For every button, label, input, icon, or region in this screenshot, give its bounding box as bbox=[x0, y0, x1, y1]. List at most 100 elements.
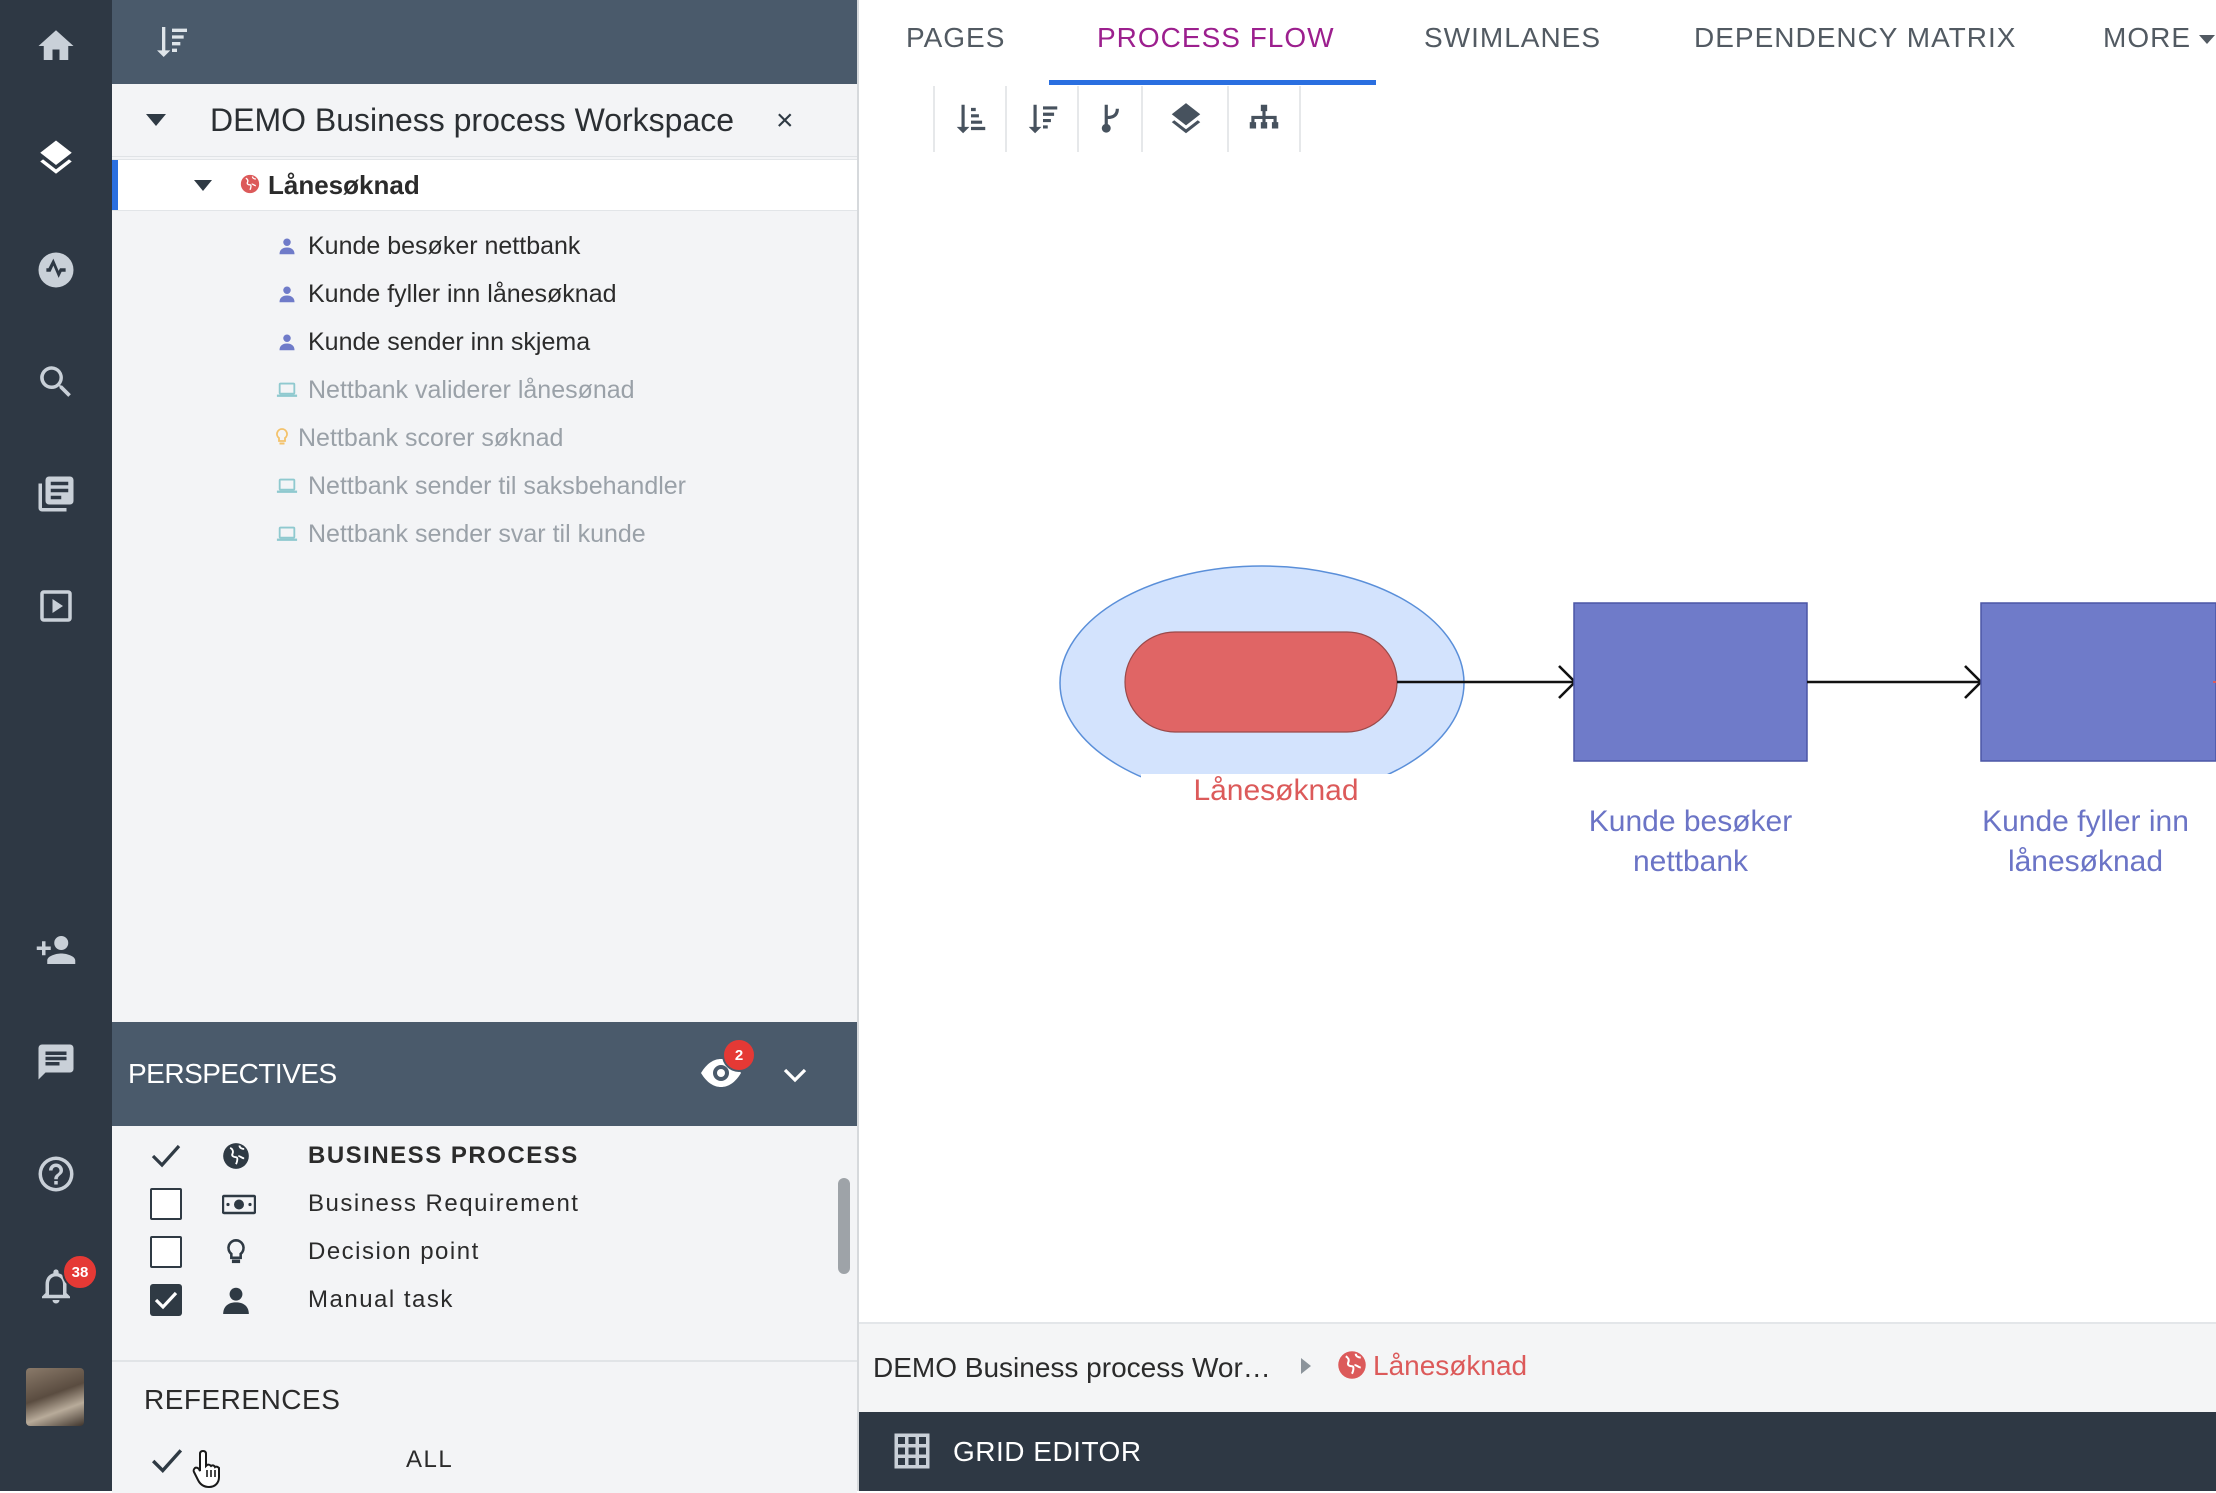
tree-item-process[interactable]: Lånesøknad bbox=[112, 159, 857, 211]
collapse-caret-icon[interactable] bbox=[146, 114, 166, 126]
library-icon bbox=[38, 476, 74, 512]
tree-item-task[interactable]: Kunde sender inn skjema bbox=[276, 318, 590, 366]
layers-button[interactable] bbox=[0, 116, 112, 200]
grid-editor-label: GRID EDITOR bbox=[953, 1436, 1142, 1467]
task-node-label-line: Kunde besøker bbox=[1588, 805, 1793, 838]
money-icon bbox=[222, 1194, 256, 1215]
checkmark-icon[interactable] bbox=[150, 1444, 184, 1478]
tree-item-task[interactable]: Nettbank scorer søknad bbox=[276, 414, 563, 462]
avatar[interactable] bbox=[26, 1368, 84, 1426]
tree-item-label: Nettbank sender til saksbehandler bbox=[308, 471, 687, 500]
help-button[interactable] bbox=[0, 1132, 112, 1216]
globe-icon bbox=[223, 1143, 249, 1169]
tab-more-label: MORE bbox=[2103, 22, 2191, 53]
home-icon bbox=[38, 30, 74, 60]
checkmark-icon[interactable] bbox=[150, 1140, 182, 1172]
laptop-icon bbox=[276, 379, 298, 401]
tab-more[interactable]: MORE bbox=[2103, 22, 2215, 54]
checkbox-unchecked[interactable] bbox=[150, 1188, 182, 1220]
perspective-label: Business Requirement bbox=[308, 1190, 580, 1217]
task-node-shape[interactable] bbox=[1980, 602, 2216, 762]
layers-button[interactable] bbox=[1141, 86, 1229, 152]
tree-item-task[interactable]: Nettbank sender til saksbehandler bbox=[276, 462, 686, 510]
flow-arrow bbox=[1807, 665, 1983, 699]
tab-process-flow[interactable]: PROCESS FLOW bbox=[1097, 22, 1335, 54]
task-node-shape[interactable] bbox=[1573, 602, 1808, 762]
process-node-label: Lånesøknad bbox=[1141, 774, 1411, 808]
person-icon bbox=[276, 331, 298, 353]
checkbox-checked[interactable] bbox=[150, 1284, 182, 1316]
play-icon bbox=[40, 590, 72, 622]
chat-button[interactable] bbox=[0, 1020, 112, 1104]
sort-ascending-button[interactable] bbox=[933, 86, 1007, 152]
tab-pages[interactable]: PAGES bbox=[906, 22, 1005, 54]
breadcrumb-root[interactable]: DEMO Business process Wor… bbox=[873, 1352, 1271, 1384]
references-all-label[interactable]: ALL bbox=[406, 1446, 453, 1474]
perspective-row[interactable]: Decision point bbox=[112, 1228, 857, 1276]
laptop-icon bbox=[276, 475, 298, 497]
tree-item-label: Nettbank validerer lånesønad bbox=[308, 375, 635, 404]
task-node-label-line: lånesøknad bbox=[2007, 845, 2164, 878]
search-button[interactable] bbox=[0, 340, 112, 424]
sort-descending-icon[interactable] bbox=[152, 22, 192, 62]
task-node-label-line: nettbank bbox=[1632, 845, 1749, 878]
task-node-label: Kunde besøker nettbank bbox=[1549, 802, 1832, 882]
chevron-down-icon bbox=[2199, 35, 2215, 45]
process-tree: DEMO Business process Workspace × Lånesø… bbox=[112, 84, 857, 1022]
tree-header bbox=[112, 0, 857, 84]
notifications-button[interactable] bbox=[0, 1244, 112, 1328]
references-title: REFERENCES bbox=[144, 1384, 341, 1415]
hierarchy-button[interactable] bbox=[1227, 86, 1301, 152]
process-flow-canvas[interactable]: Lånesøknad Kunde besøker nettbank Kunde … bbox=[859, 152, 2216, 1322]
checkbox-unchecked[interactable] bbox=[150, 1236, 182, 1268]
grid-editor-bar[interactable]: GRID EDITOR bbox=[859, 1412, 2216, 1491]
help-icon bbox=[38, 1156, 74, 1192]
workspace-row[interactable]: DEMO Business process Workspace × bbox=[112, 84, 857, 157]
perspectives-count-badge: 2 bbox=[722, 1038, 756, 1072]
library-button[interactable] bbox=[0, 452, 112, 536]
diagram-toolbar bbox=[859, 86, 2216, 154]
play-button[interactable] bbox=[0, 564, 112, 648]
perspective-row[interactable]: Business Requirement bbox=[112, 1180, 857, 1228]
chevron-down-icon[interactable] bbox=[780, 1060, 810, 1090]
perspectives-scrollbar[interactable] bbox=[838, 1178, 850, 1274]
task-node-label-line: Kunde fyller inn bbox=[1982, 805, 2189, 838]
home-button[interactable] bbox=[0, 4, 112, 88]
bulb-icon bbox=[276, 427, 288, 449]
chat-icon bbox=[38, 1044, 74, 1080]
hierarchy-icon bbox=[1249, 104, 1279, 129]
tree-item-task[interactable]: Kunde fyller inn lånesøknad bbox=[276, 270, 617, 318]
person-icon bbox=[276, 235, 298, 257]
breadcrumb-current[interactable]: Lånesøknad bbox=[1373, 1350, 1527, 1382]
tree-item-label: Kunde besøker nettbank bbox=[308, 231, 581, 260]
perspective-row[interactable]: Manual task bbox=[112, 1276, 857, 1324]
task-node-label: Kunde fyller inn lånesøknad bbox=[1955, 802, 2216, 882]
branch-button[interactable] bbox=[1077, 86, 1143, 152]
tab-dependency-matrix[interactable]: DEPENDENCY MATRIX bbox=[1694, 22, 2016, 54]
perspective-label: Decision point bbox=[308, 1238, 480, 1265]
hand-pointer-icon bbox=[192, 1449, 220, 1488]
tree-item-task[interactable]: Nettbank validerer lånesønad bbox=[276, 366, 635, 414]
view-tabs: PAGES PROCESS FLOW SWIMLANES DEPENDENCY … bbox=[859, 0, 2216, 88]
tab-swimlanes[interactable]: SWIMLANES bbox=[1424, 22, 1601, 54]
navigation-rail: 38 bbox=[0, 0, 112, 1491]
perspectives-header: PERSPECTIVES 2 bbox=[112, 1022, 857, 1126]
tree-item-label: Kunde sender inn skjema bbox=[308, 327, 591, 356]
add-user-button[interactable] bbox=[0, 908, 112, 992]
perspective-row[interactable]: BUSINESS PROCESS bbox=[112, 1132, 857, 1180]
person-icon bbox=[276, 283, 298, 305]
collapse-caret-icon[interactable] bbox=[194, 180, 212, 191]
perspectives-list: BUSINESS PROCESS Business Requirement De… bbox=[112, 1126, 857, 1360]
active-tab-indicator bbox=[1049, 80, 1376, 85]
sort-descending-button[interactable] bbox=[1005, 86, 1079, 152]
process-node-shape[interactable] bbox=[1124, 631, 1398, 733]
activity-button[interactable] bbox=[0, 228, 112, 312]
tree-item-task[interactable]: Kunde besøker nettbank bbox=[276, 222, 580, 270]
breadcrumb-separator-icon bbox=[1301, 1358, 1311, 1374]
layers-icon bbox=[40, 140, 72, 174]
tree-item-task[interactable]: Nettbank sender svar til kunde bbox=[276, 510, 646, 558]
tree-item-label: Nettbank scorer søknad bbox=[298, 423, 564, 452]
perspective-label: Manual task bbox=[308, 1286, 454, 1313]
close-workspace-button[interactable]: × bbox=[776, 104, 794, 138]
tree-item-label: Kunde fyller inn lånesøknad bbox=[308, 279, 617, 308]
